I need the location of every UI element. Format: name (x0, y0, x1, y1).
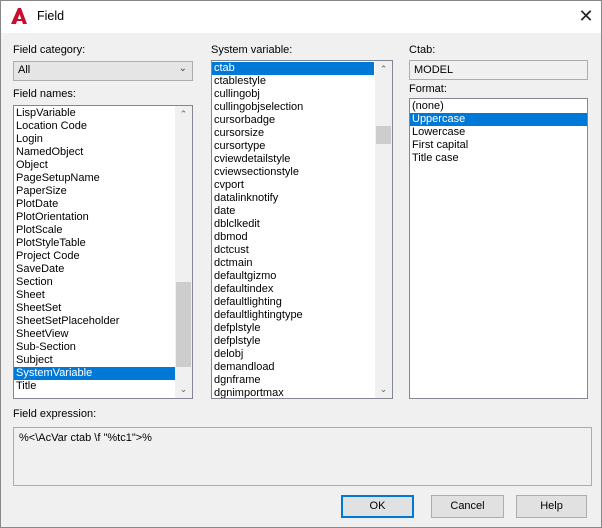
list-item[interactable]: Lowercase (410, 126, 587, 139)
list-item[interactable]: datalinknotify (212, 192, 374, 205)
list-item[interactable]: SheetView (14, 328, 176, 341)
scroll-down-icon[interactable]: ⌄ (175, 381, 192, 398)
list-item[interactable]: defaultlighting (212, 296, 374, 309)
chevron-down-icon: ⌄ (178, 63, 187, 74)
list-item[interactable]: demandload (212, 361, 374, 374)
scroll-down-icon[interactable]: ⌄ (375, 381, 392, 398)
list-item[interactable]: dctmain (212, 257, 374, 270)
close-icon[interactable]: ✕ (575, 6, 597, 28)
list-item[interactable]: Section (14, 276, 176, 289)
list-item[interactable]: SheetSet (14, 302, 176, 315)
list-item[interactable]: date (212, 205, 374, 218)
field-names-label: Field names: (13, 88, 76, 100)
field-names-list[interactable]: LispVariable Location Code Login NamedObjec… (13, 105, 193, 399)
list-item[interactable]: dgnframe (212, 374, 374, 387)
field-category-dropdown[interactable]: All ⌄ (13, 61, 193, 81)
list-item[interactable]: cursortype (212, 140, 374, 153)
format-list[interactable]: (none) Uppercase Lowercase First capital Tit… (409, 98, 588, 399)
field-category-label: Field category: (13, 44, 86, 56)
list-item[interactable]: cursorbadge (212, 114, 374, 127)
list-item[interactable]: Title case (410, 152, 587, 165)
list-item[interactable]: PlotDate (14, 198, 176, 211)
list-item[interactable]: dctcust (212, 244, 374, 257)
ctab-label: Ctab: (409, 44, 436, 56)
cancel-button[interactable]: Cancel (431, 495, 504, 518)
system-variable-list[interactable]: ctab ctablestyle cullingobj cullingobjselec… (211, 60, 393, 399)
help-button[interactable]: Help (516, 495, 587, 518)
list-item[interactable]: Project Code (14, 250, 176, 263)
list-item[interactable]: LispVariable (14, 107, 176, 120)
list-item[interactable]: dgnimportmax (212, 387, 374, 398)
list-item[interactable]: delobj (212, 348, 374, 361)
list-item[interactable]: Location Code (14, 120, 176, 133)
list-item[interactable]: PlotScale (14, 224, 176, 237)
field-expression-label: Field expression: (13, 408, 97, 420)
list-item[interactable]: defplstyle (212, 322, 374, 335)
scroll-up-icon[interactable]: ⌃ (175, 106, 192, 123)
field-category-value: All (18, 64, 31, 76)
scroll-up-icon[interactable]: ⌃ (375, 61, 392, 78)
list-item[interactable]: cviewdetailstyle (212, 153, 374, 166)
list-item[interactable]: defplstyle (212, 335, 374, 348)
system-variable-scrollbar[interactable]: ⌃ ⌄ (375, 61, 392, 398)
list-item[interactable]: Subject (14, 354, 176, 367)
list-item[interactable]: First capital (410, 139, 587, 152)
list-item[interactable]: defaultlightingtype (212, 309, 374, 322)
list-item[interactable]: SheetSetPlaceholder (14, 315, 176, 328)
list-item[interactable]: Login (14, 133, 176, 146)
list-item[interactable]: Sheet (14, 289, 176, 302)
list-item[interactable]: cvport (212, 179, 374, 192)
list-item[interactable]: Sub-Section (14, 341, 176, 354)
field-expression-box: %<\AcVar ctab \f "%tc1">% (13, 427, 592, 486)
list-item[interactable]: ctab (212, 62, 374, 75)
list-item[interactable]: PaperSize (14, 185, 176, 198)
list-item[interactable]: PlotStyleTable (14, 237, 176, 250)
list-item[interactable]: PlotOrientation (14, 211, 176, 224)
list-item[interactable]: (none) (410, 100, 587, 113)
list-item[interactable]: cursorsize (212, 127, 374, 140)
format-label: Format: (409, 83, 447, 95)
list-item[interactable]: ctablestyle (212, 75, 374, 88)
list-item[interactable]: SystemVariable (14, 367, 176, 380)
field-names-scrollbar[interactable]: ⌃ ⌄ (175, 106, 192, 398)
list-item[interactable]: defaultgizmo (212, 270, 374, 283)
list-item[interactable]: Object (14, 159, 176, 172)
list-item[interactable]: dblclkedit (212, 218, 374, 231)
list-item[interactable]: SaveDate (14, 263, 176, 276)
list-item[interactable]: cullingobjselection (212, 101, 374, 114)
scroll-thumb[interactable] (176, 282, 191, 367)
autocad-logo-icon (11, 8, 27, 24)
system-variable-label: System variable: (211, 44, 293, 56)
list-item[interactable]: dbmod (212, 231, 374, 244)
list-item[interactable]: Title (14, 380, 176, 393)
ok-button[interactable]: OK (341, 495, 414, 518)
ctab-value: MODEL (409, 60, 588, 80)
scroll-thumb[interactable] (376, 126, 391, 144)
list-item[interactable]: defaultindex (212, 283, 374, 296)
list-item[interactable]: cullingobj (212, 88, 374, 101)
list-item[interactable]: cviewsectionstyle (212, 166, 374, 179)
list-item[interactable]: PageSetupName (14, 172, 176, 185)
title-bar (1, 1, 601, 33)
list-item[interactable]: Uppercase (410, 113, 587, 126)
window-title: Field (37, 9, 65, 23)
list-item[interactable]: NamedObject (14, 146, 176, 159)
